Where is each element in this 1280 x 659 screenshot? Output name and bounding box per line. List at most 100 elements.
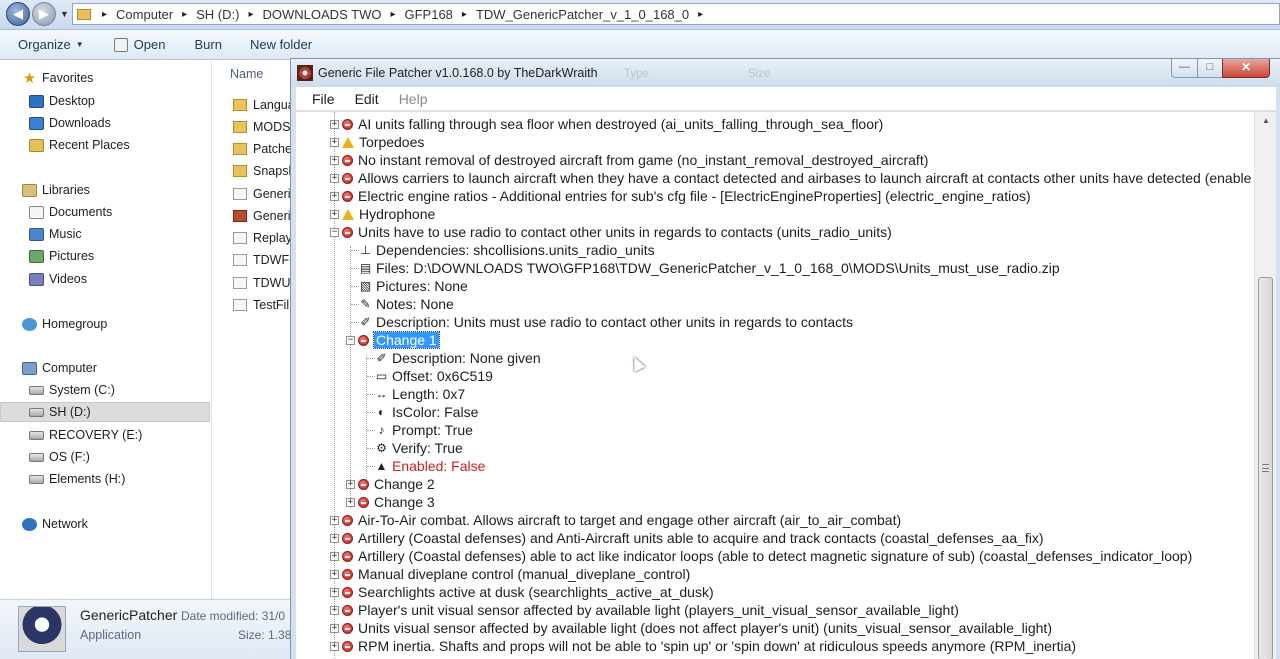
tree-item-mod[interactable]: + Manual diveplane control (manual_divepl… <box>330 565 690 583</box>
nav-desktop[interactable]: Desktop <box>29 91 239 111</box>
tree-item-group[interactable]: + Torpedoes <box>330 133 424 151</box>
nav-computer[interactable]: Computer <box>22 358 232 378</box>
new-folder-button[interactable]: New folder <box>250 37 312 52</box>
tree-item-mod[interactable]: + Artillery (Coastal defenses) able to ac… <box>330 547 1192 565</box>
expand-icon[interactable]: + <box>330 605 339 615</box>
expand-icon[interactable]: + <box>346 479 355 489</box>
tree-item-group[interactable]: + Hydrophone <box>330 205 435 223</box>
file-item[interactable]: Generi <box>233 206 293 226</box>
scroll-up-icon[interactable]: ▲ <box>1255 112 1277 129</box>
maximize-button[interactable]: □ <box>1197 59 1223 78</box>
tree-item-mod[interactable]: + Searchlights active at dusk (searchligh… <box>330 583 714 601</box>
collapse-icon[interactable]: − <box>330 227 339 237</box>
tree-item-mod-expanded[interactable]: − Units have to use radio to contact othe… <box>330 223 892 241</box>
menu-edit[interactable]: Edit <box>355 91 379 107</box>
expand-icon[interactable]: + <box>330 641 339 651</box>
nav-music[interactable]: Music <box>29 224 239 244</box>
expand-icon[interactable]: + <box>330 155 339 165</box>
breadcrumb-gfp168[interactable]: GFP168 <box>404 7 452 22</box>
breadcrumb-computer[interactable]: Computer <box>116 7 173 22</box>
expand-icon[interactable]: + <box>330 623 339 633</box>
menu-file[interactable]: File <box>312 91 335 107</box>
vertical-scrollbar[interactable]: ▲ <box>1254 112 1276 659</box>
tree-item-change-expanded[interactable]: − Change 1 <box>346 331 440 349</box>
tree-item-notes[interactable]: ✎ Notes: None <box>359 295 453 313</box>
expand-icon[interactable]: + <box>330 551 339 561</box>
tree-item-dependencies[interactable]: ⊥ Dependencies: shcollisions.units_radio_… <box>359 241 654 259</box>
nav-libraries[interactable]: Libraries <box>22 180 232 200</box>
file-item[interactable]: Replay <box>233 228 293 248</box>
tree-item-mod[interactable]: + No instant removal of destroyed aircraf… <box>330 151 928 169</box>
tree-item-change[interactable]: + Change 3 <box>346 493 435 511</box>
column-header-name[interactable]: Name <box>230 67 263 81</box>
forward-button[interactable]: ▶ <box>32 2 56 26</box>
chevron-right-icon[interactable]: ▸ <box>182 9 187 20</box>
tree-item-description[interactable]: ✐ Description: Units must use radio to co… <box>359 313 853 331</box>
expand-icon[interactable]: + <box>330 191 339 201</box>
nav-pictures[interactable]: Pictures <box>29 246 239 266</box>
tree-item-iscolor[interactable]: ◐ IsColor: False <box>375 403 478 421</box>
tree-item-enabled[interactable]: ▲ Enabled: False <box>375 457 486 475</box>
tree-item-change-description[interactable]: ✐ Description: None given <box>375 349 540 367</box>
nav-drive-c[interactable]: System (C:) <box>29 380 239 400</box>
chevron-right-icon[interactable]: ▸ <box>390 9 395 20</box>
collapse-icon[interactable]: − <box>346 335 355 345</box>
tree-item-mod[interactable]: + Player's unit visual sensor affected by… <box>330 601 959 619</box>
nav-videos[interactable]: Videos <box>29 269 239 289</box>
nav-documents[interactable]: Documents <box>29 202 239 222</box>
file-item[interactable]: TDWFi <box>233 250 293 270</box>
chevron-right-icon[interactable]: ▸ <box>248 9 253 20</box>
nav-drive-e[interactable]: RECOVERY (E:) <box>29 425 239 445</box>
history-dropdown-icon[interactable]: ▼ <box>60 9 69 19</box>
tree-item-length[interactable]: ↔ Length: 0x7 <box>375 385 466 403</box>
chevron-right-icon[interactable]: ▸ <box>102 9 107 20</box>
file-item[interactable]: TestFil <box>233 295 293 315</box>
back-button[interactable]: ◀ <box>6 2 30 26</box>
nav-network[interactable]: Network <box>22 514 232 534</box>
tree-item-mod[interactable]: + Units visual sensor affected by availab… <box>330 619 1052 637</box>
expand-icon[interactable]: + <box>330 137 339 147</box>
tree-item-mod[interactable]: + Electric engine ratios - Additional ent… <box>330 187 1031 205</box>
nav-drive-d[interactable]: SH (D:) <box>0 402 210 422</box>
tree-item-prompt[interactable]: ♪ Prompt: True <box>375 421 473 439</box>
close-button[interactable]: ✕ <box>1222 59 1270 78</box>
file-item[interactable]: TDWU <box>233 273 293 293</box>
expand-icon[interactable]: + <box>330 209 339 219</box>
nav-drive-h[interactable]: Elements (H:) <box>29 469 239 489</box>
expand-icon[interactable]: + <box>330 569 339 579</box>
tree-item-mod[interactable]: + RPM inertia. Shafts and props will not … <box>330 637 1076 655</box>
expand-icon[interactable]: + <box>330 587 339 597</box>
tree-item-pictures[interactable]: ▧ Pictures: None <box>359 277 468 295</box>
nav-favorites[interactable]: ★ Favorites <box>22 68 232 88</box>
breadcrumb[interactable]: ▸ Computer ▸ SH (D:) ▸ DOWNLOADS TWO ▸ G… <box>72 3 1280 25</box>
file-item[interactable]: Generi <box>233 184 293 204</box>
tree-item-change[interactable]: + Change 2 <box>346 475 435 493</box>
open-button[interactable]: Open <box>113 37 165 52</box>
tree-item-mod[interactable]: + AI units falling through sea floor when… <box>330 115 883 133</box>
tree-item-mod[interactable]: + Allows carriers to launch aircraft when… <box>330 169 1251 187</box>
tree-item-files[interactable]: ▤ Files: D:\DOWNLOADS TWO\GFP168\TDW_Gene… <box>359 259 1060 277</box>
expand-icon[interactable]: + <box>330 515 339 525</box>
nav-downloads[interactable]: Downloads <box>29 113 239 133</box>
breadcrumb-downloads-two[interactable]: DOWNLOADS TWO <box>263 7 382 22</box>
expand-icon[interactable]: + <box>346 497 355 507</box>
nav-homegroup[interactable]: Homegroup <box>22 314 232 334</box>
file-item[interactable]: Patche <box>233 139 293 159</box>
file-item[interactable]: MODS <box>233 117 293 137</box>
burn-button[interactable]: Burn <box>194 37 221 52</box>
breadcrumb-patcher-folder[interactable]: TDW_GenericPatcher_v_1_0_168_0 <box>476 7 689 22</box>
file-item[interactable]: Snapsh <box>233 161 293 181</box>
scrollbar-thumb[interactable] <box>1258 277 1273 659</box>
breadcrumb-drive[interactable]: SH (D:) <box>196 7 239 22</box>
tree-item-mod[interactable]: + Air-To-Air combat. Allows aircraft to t… <box>330 511 901 529</box>
expand-icon[interactable]: + <box>330 533 339 543</box>
expand-icon[interactable]: + <box>330 119 339 129</box>
menu-help[interactable]: Help <box>399 91 428 107</box>
tree-item-mod[interactable]: + Artillery (Coastal defenses) and Anti-A… <box>330 529 1044 547</box>
title-bar[interactable]: Generic File Patcher v1.0.168.0 by TheDa… <box>291 59 1280 87</box>
nav-recent-places[interactable]: Recent Places <box>29 135 239 155</box>
tree-item-verify[interactable]: ⚙ Verify: True <box>375 439 463 457</box>
chevron-right-icon[interactable]: ▸ <box>462 9 467 20</box>
organize-button[interactable]: Organize ▼ <box>18 37 84 52</box>
chevron-right-icon[interactable]: ▸ <box>698 9 703 20</box>
